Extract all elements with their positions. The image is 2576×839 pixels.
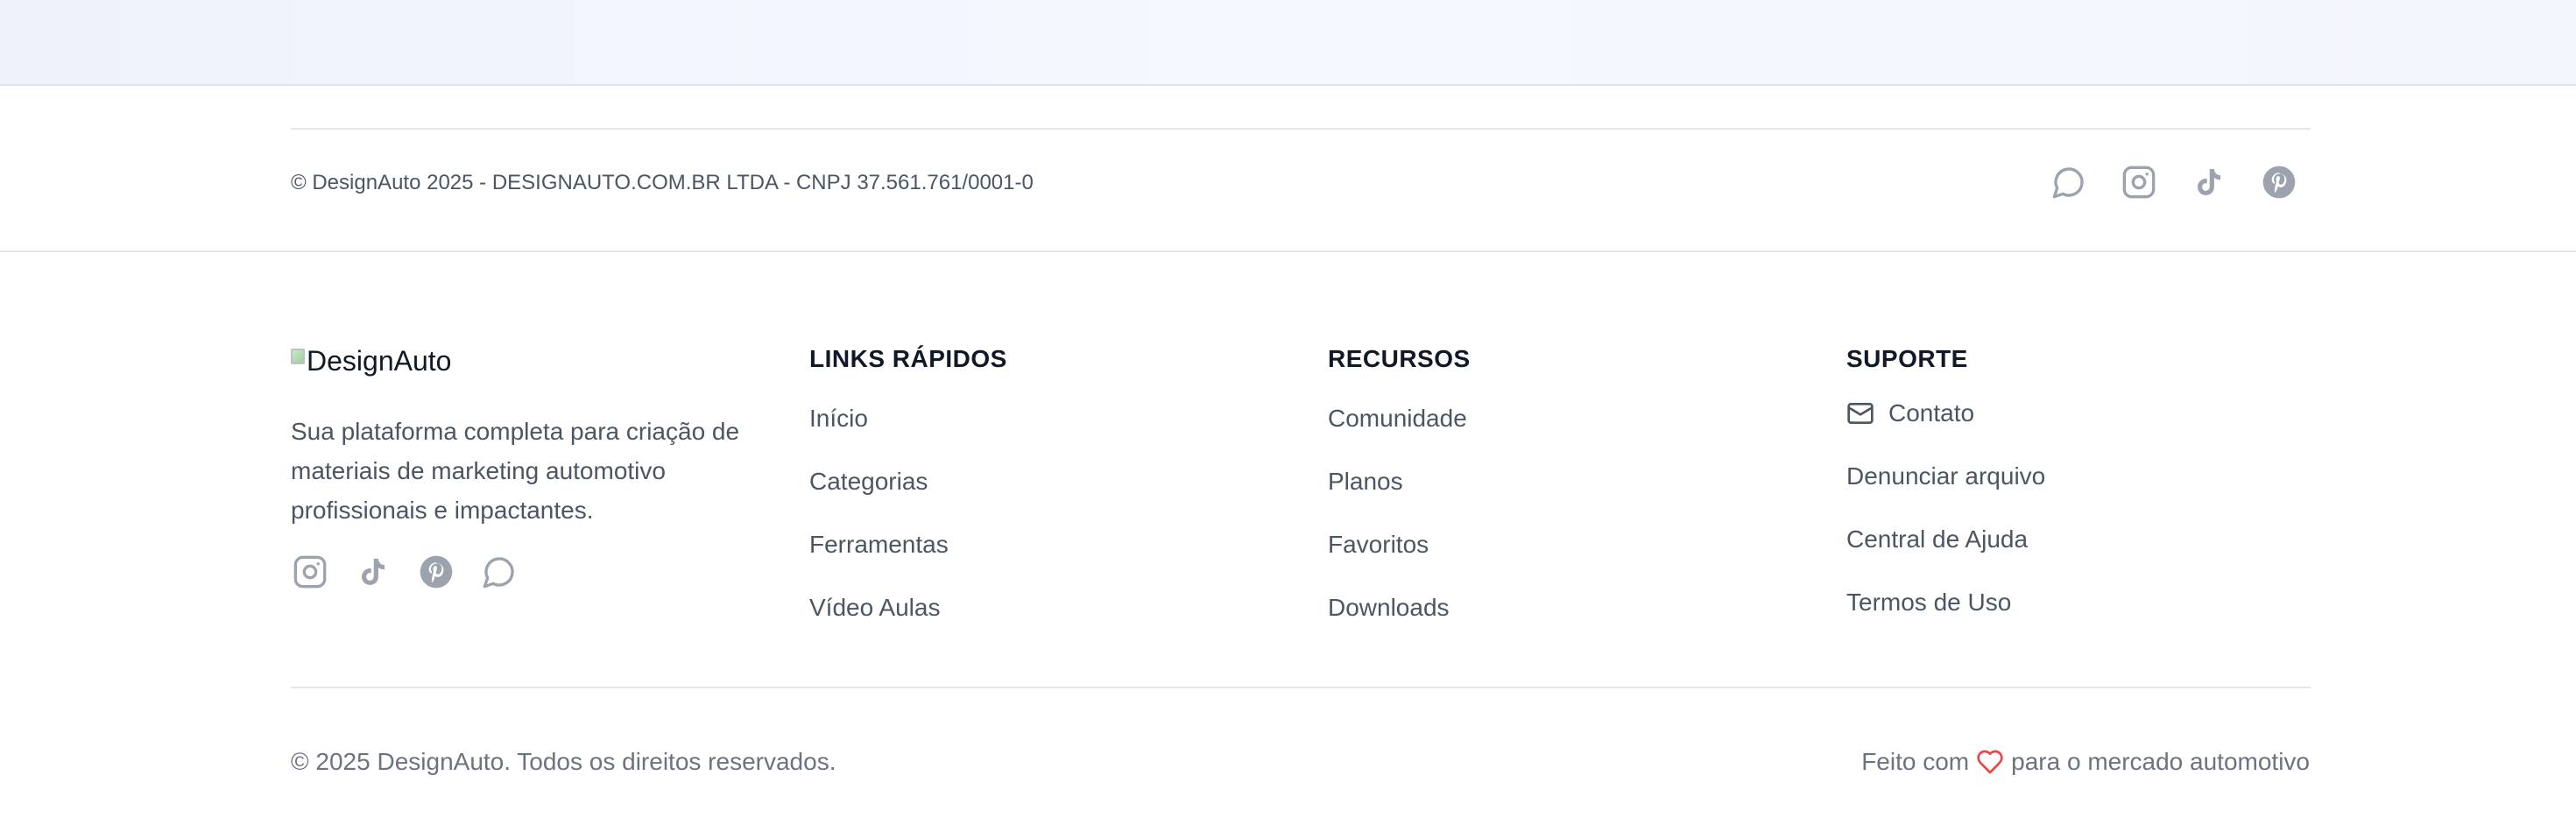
support-heading: SUPORTE [1846,345,1968,372]
support-list: Contato Denunciar arquivo Central de Aju… [1846,399,2045,617]
whatsapp-icon[interactable] [480,553,519,591]
link-central-de-ajuda[interactable]: Central de Ajuda [1846,525,2045,553]
link-comunidade[interactable]: Comunidade [1328,405,1471,433]
contact-label: Contato [1888,399,1975,427]
link-contato[interactable]: Contato [1846,399,2045,427]
link-categorias[interactable]: Categorias [809,468,1007,496]
resources-heading: RECURSOS [1328,345,1471,372]
divider [291,687,2311,688]
whatsapp-icon[interactable] [2050,163,2088,201]
made-with-prefix: Feito com [1861,748,1970,775]
social-links-footer [291,553,746,591]
link-ferramentas[interactable]: Ferramentas [809,531,1007,559]
pinterest-icon[interactable] [417,553,455,591]
company-copyright: © DesignAuto 2025 - DESIGNAUTO.COM.BR LT… [291,171,1034,194]
mail-icon [1847,403,1874,424]
tiktok-icon[interactable] [354,553,392,591]
quick-links-list: Início Categorias Ferramentas Vídeo Aula… [809,405,1007,622]
rights-reserved-text: © 2025 DesignAuto. Todos os direitos res… [291,748,836,775]
copyright-bar: © DesignAuto 2025 - DESIGNAUTO.COM.BR LT… [0,86,2576,252]
logo-alt-text: DesignAuto [307,345,452,377]
divider [291,128,2311,130]
made-with-text: Feito com para o mercado automotivo [1861,748,2310,776]
brand-description: Sua plataforma completa para criação de … [291,418,740,524]
link-downloads[interactable]: Downloads [1328,594,1471,622]
pinterest-icon[interactable] [2260,163,2298,201]
link-denunciar-arquivo[interactable]: Denunciar arquivo [1846,462,2045,490]
quick-links-column: LINKS RÁPIDOS Início Categorias Ferramen… [809,338,1007,657]
link-favoritos[interactable]: Favoritos [1328,531,1471,559]
resources-list: Comunidade Planos Favoritos Downloads [1328,405,1471,622]
resources-column: RECURSOS Comunidade Planos Favoritos Dow… [1328,338,1471,657]
tiktok-icon[interactable] [2190,163,2228,201]
footer-main: DesignAuto Sua plataforma completa para … [0,254,2576,839]
instagram-icon[interactable] [2120,163,2158,201]
logo[interactable]: DesignAuto [291,338,746,377]
instagram-icon[interactable] [291,553,329,591]
social-links-top [2050,163,2298,201]
link-inicio[interactable]: Início [809,405,1007,433]
made-with-suffix: para o mercado automotivo [2011,748,2310,775]
link-termos-de-uso[interactable]: Termos de Uso [1846,589,2045,617]
broken-image-icon [291,349,305,364]
brand-column: DesignAuto Sua plataforma completa para … [291,338,746,591]
quick-links-heading: LINKS RÁPIDOS [809,345,1007,372]
link-planos[interactable]: Planos [1328,468,1471,496]
link-video-aulas[interactable]: Vídeo Aulas [809,594,1007,622]
page-top-band [0,0,2576,86]
heart-icon [1977,750,2003,774]
support-column: SUPORTE Contato Denunciar arquivo Centra… [1846,338,2045,652]
